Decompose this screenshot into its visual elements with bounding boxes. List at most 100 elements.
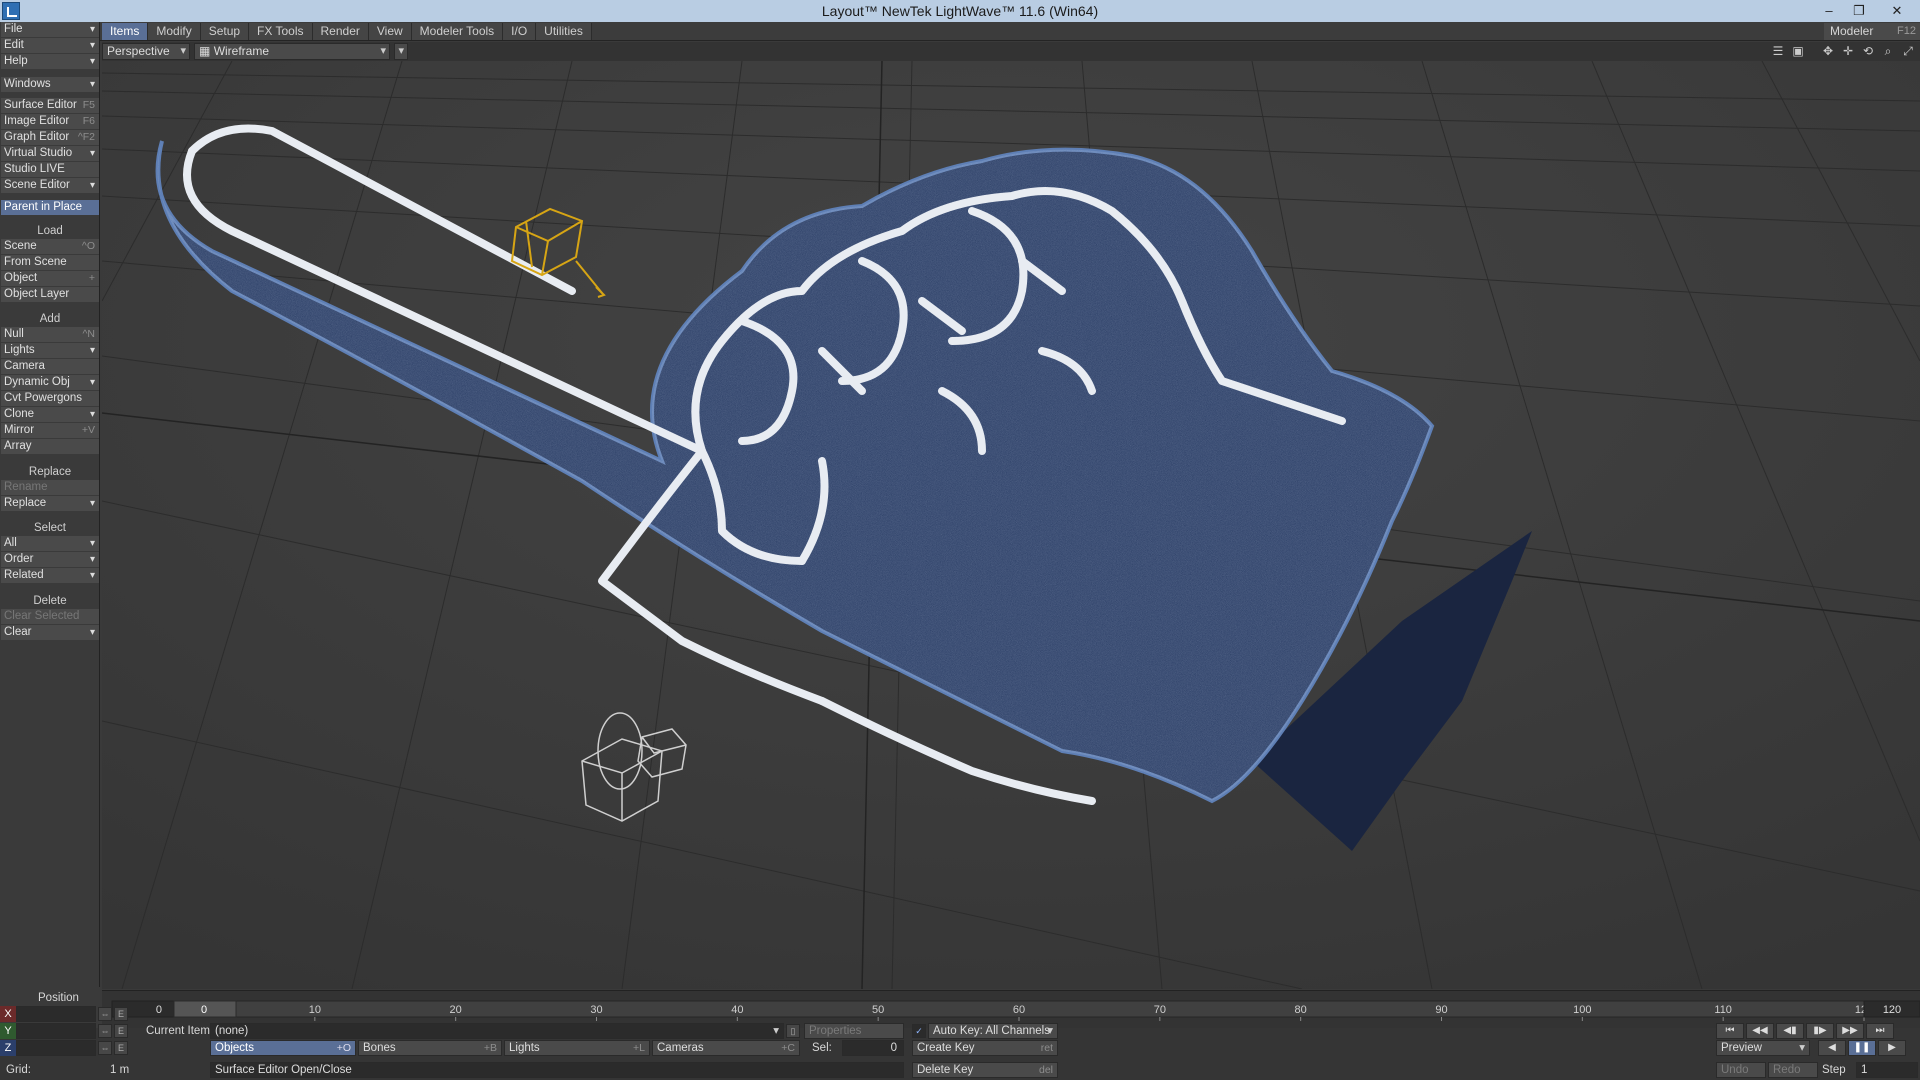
3d-viewport[interactable] bbox=[102, 61, 1920, 989]
mirror-button[interactable]: Mirror +V bbox=[1, 423, 99, 438]
z-link-icon[interactable]: ⇔ bbox=[98, 1041, 112, 1055]
previous-key-icon[interactable]: ◀◀ bbox=[1746, 1023, 1774, 1039]
select-objects-button[interactable]: Objects +O bbox=[210, 1040, 356, 1056]
play-forward-icon[interactable]: ▶ bbox=[1878, 1040, 1906, 1056]
select-order-menu[interactable]: Order ▾ bbox=[1, 552, 99, 567]
timeline-tick-label: 110 bbox=[1714, 1004, 1732, 1016]
chevron-down-icon: ▾ bbox=[1799, 1042, 1805, 1054]
pause-icon[interactable]: ❚❚ bbox=[1848, 1040, 1876, 1056]
rename-button[interactable]: Rename bbox=[1, 480, 99, 495]
select-all-menu[interactable]: All ▾ bbox=[1, 536, 99, 551]
tab-utilities[interactable]: Utilities bbox=[536, 23, 592, 40]
go-to-start-icon[interactable]: ⏮ bbox=[1716, 1023, 1744, 1039]
auto-key-checkbox[interactable]: ✓ bbox=[912, 1024, 926, 1038]
virtual-studio-menu[interactable]: Virtual Studio ▾ bbox=[1, 146, 99, 161]
step-forward-icon[interactable]: ▮▶ bbox=[1806, 1023, 1834, 1039]
x-envelope-button[interactable]: E bbox=[114, 1007, 128, 1021]
edit-menu[interactable]: Edit ▾ bbox=[1, 38, 99, 53]
y-link-icon[interactable]: ⇔ bbox=[98, 1024, 112, 1038]
window-title: Layout™ NewTek LightWave™ 11.6 (Win64) bbox=[821, 3, 1099, 19]
select-bones-button[interactable]: Bones +B bbox=[358, 1040, 502, 1056]
rotate-view-icon[interactable]: ⟲ bbox=[1860, 44, 1876, 59]
current-item-dropdown[interactable]: (none) ▾ bbox=[210, 1023, 784, 1039]
load-scene-button[interactable]: Scene ^O bbox=[1, 239, 99, 254]
tab-view[interactable]: View bbox=[368, 23, 412, 40]
select-cameras-button[interactable]: Cameras +C bbox=[652, 1040, 800, 1056]
select-group-label: Select bbox=[1, 521, 99, 535]
studio-live-button[interactable]: Studio LIVE bbox=[1, 162, 99, 177]
load-from-scene-button[interactable]: From Scene bbox=[1, 255, 99, 270]
clone-menu[interactable]: Clone ▾ bbox=[1, 407, 99, 422]
zoom-view-icon[interactable]: ⌕ bbox=[1880, 44, 1896, 59]
windows-menu[interactable]: Windows ▾ bbox=[1, 77, 99, 92]
timeline-ruler[interactable]: 0 0 102030405060708090100110120 120 bbox=[102, 993, 1920, 1027]
tab-modeler-tools[interactable]: Modeler Tools bbox=[411, 23, 504, 40]
create-key-button[interactable]: Create Key ret bbox=[912, 1040, 1058, 1056]
scene-editor-menu[interactable]: Scene Editor ▾ bbox=[1, 178, 99, 193]
next-key-icon[interactable]: ▶▶ bbox=[1836, 1023, 1864, 1039]
maximize-view-icon[interactable]: ⤢ bbox=[1900, 44, 1916, 59]
properties-button[interactable]: Properties bbox=[804, 1023, 904, 1039]
viewport-options-dropdown[interactable] bbox=[394, 43, 408, 60]
item-picker-icon[interactable]: ▯ bbox=[786, 1024, 800, 1038]
grid-value: 1 m bbox=[110, 1064, 130, 1076]
auto-key-dropdown[interactable]: Auto Key: All Channels ▾ bbox=[928, 1023, 1058, 1039]
delete-key-button[interactable]: Delete Key del bbox=[912, 1062, 1058, 1078]
render-mode-dropdown[interactable]: ▦ Wireframe bbox=[194, 43, 390, 60]
position-z-field[interactable] bbox=[16, 1040, 96, 1056]
image-editor-button[interactable]: Image Editor F6 bbox=[1, 114, 99, 129]
play-reverse-icon[interactable]: ◀ bbox=[1818, 1040, 1846, 1056]
tab-render[interactable]: Render bbox=[312, 23, 369, 40]
move-view-icon[interactable]: ✥ bbox=[1820, 44, 1836, 59]
add-null-button[interactable]: Null ^N bbox=[1, 327, 99, 342]
redo-button[interactable]: Redo bbox=[1768, 1062, 1818, 1078]
tab-setup[interactable]: Setup bbox=[200, 23, 250, 40]
load-object-layer-button[interactable]: Object Layer bbox=[1, 287, 99, 302]
graph-editor-button[interactable]: Graph Editor ^F2 bbox=[1, 130, 99, 145]
cvt-powergons-button[interactable]: Cvt Powergons bbox=[1, 391, 99, 406]
clear-selected-button[interactable]: Clear Selected bbox=[1, 609, 99, 624]
preview-dropdown[interactable]: Preview ▾ bbox=[1716, 1040, 1810, 1056]
z-envelope-button[interactable]: E bbox=[114, 1041, 128, 1055]
minimize-button[interactable]: – bbox=[1814, 0, 1844, 22]
add-dynamic-obj-menu[interactable]: Dynamic Obj ▾ bbox=[1, 375, 99, 390]
tab-fx-tools[interactable]: FX Tools bbox=[249, 23, 313, 40]
add-lights-menu[interactable]: Lights ▾ bbox=[1, 343, 99, 358]
array-button[interactable]: Array bbox=[1, 439, 99, 454]
parent-in-place-toggle[interactable]: Parent in Place bbox=[1, 200, 99, 215]
step-back-icon[interactable]: ◀▮ bbox=[1776, 1023, 1804, 1039]
close-button[interactable]: ✕ bbox=[1874, 0, 1920, 22]
undo-button[interactable]: Undo bbox=[1716, 1062, 1766, 1078]
help-menu[interactable]: Help ▾ bbox=[1, 54, 99, 69]
position-x-field[interactable] bbox=[16, 1006, 96, 1022]
viewport-layout-icon[interactable]: ☰ bbox=[1770, 44, 1786, 59]
surface-editor-button[interactable]: Surface Editor F5 bbox=[1, 98, 99, 113]
step-field[interactable]: 1 bbox=[1856, 1062, 1918, 1078]
replace-menu[interactable]: Replace ▾ bbox=[1, 496, 99, 511]
viewport-nav-icons: ☰ ▣ ✥ ✛ ⟲ ⌕ ⤢ bbox=[1770, 44, 1916, 59]
x-link-icon[interactable]: ⇔ bbox=[98, 1007, 112, 1021]
go-to-end-icon[interactable]: ⏭ bbox=[1866, 1023, 1894, 1039]
timeline-tick-label: 70 bbox=[1154, 1004, 1166, 1016]
delete-group-label: Delete bbox=[1, 594, 99, 608]
end-frame-value: 120 bbox=[1883, 1004, 1901, 1016]
add-camera-button[interactable]: Camera bbox=[1, 359, 99, 374]
file-menu[interactable]: File ▾ bbox=[1, 22, 99, 37]
clear-menu[interactable]: Clear ▾ bbox=[1, 625, 99, 640]
lightwave-app-icon[interactable] bbox=[2, 2, 20, 20]
viewport-maximize-icon[interactable]: ▣ bbox=[1790, 44, 1806, 59]
load-object-button[interactable]: Object + bbox=[1, 271, 99, 286]
select-lights-button[interactable]: Lights +L bbox=[504, 1040, 650, 1056]
tab-i-o[interactable]: I/O bbox=[503, 23, 537, 40]
y-envelope-button[interactable]: E bbox=[114, 1024, 128, 1038]
tab-modify[interactable]: Modify bbox=[148, 23, 201, 40]
modeler-button[interactable]: Modeler F12 bbox=[1824, 23, 1920, 40]
current-item-label: Current Item bbox=[146, 1025, 210, 1037]
position-y-field[interactable] bbox=[16, 1023, 96, 1039]
tab-items[interactable]: Items bbox=[102, 23, 149, 40]
select-related-menu[interactable]: Related ▾ bbox=[1, 568, 99, 583]
restore-button[interactable]: ❐ bbox=[1844, 0, 1874, 22]
viewport-header: Perspective ▦ Wireframe ☰ ▣ ✥ ✛ ⟲ ⌕ ⤢ bbox=[102, 42, 1920, 61]
view-mode-dropdown[interactable]: Perspective bbox=[102, 43, 190, 60]
pan-view-icon[interactable]: ✛ bbox=[1840, 44, 1856, 59]
